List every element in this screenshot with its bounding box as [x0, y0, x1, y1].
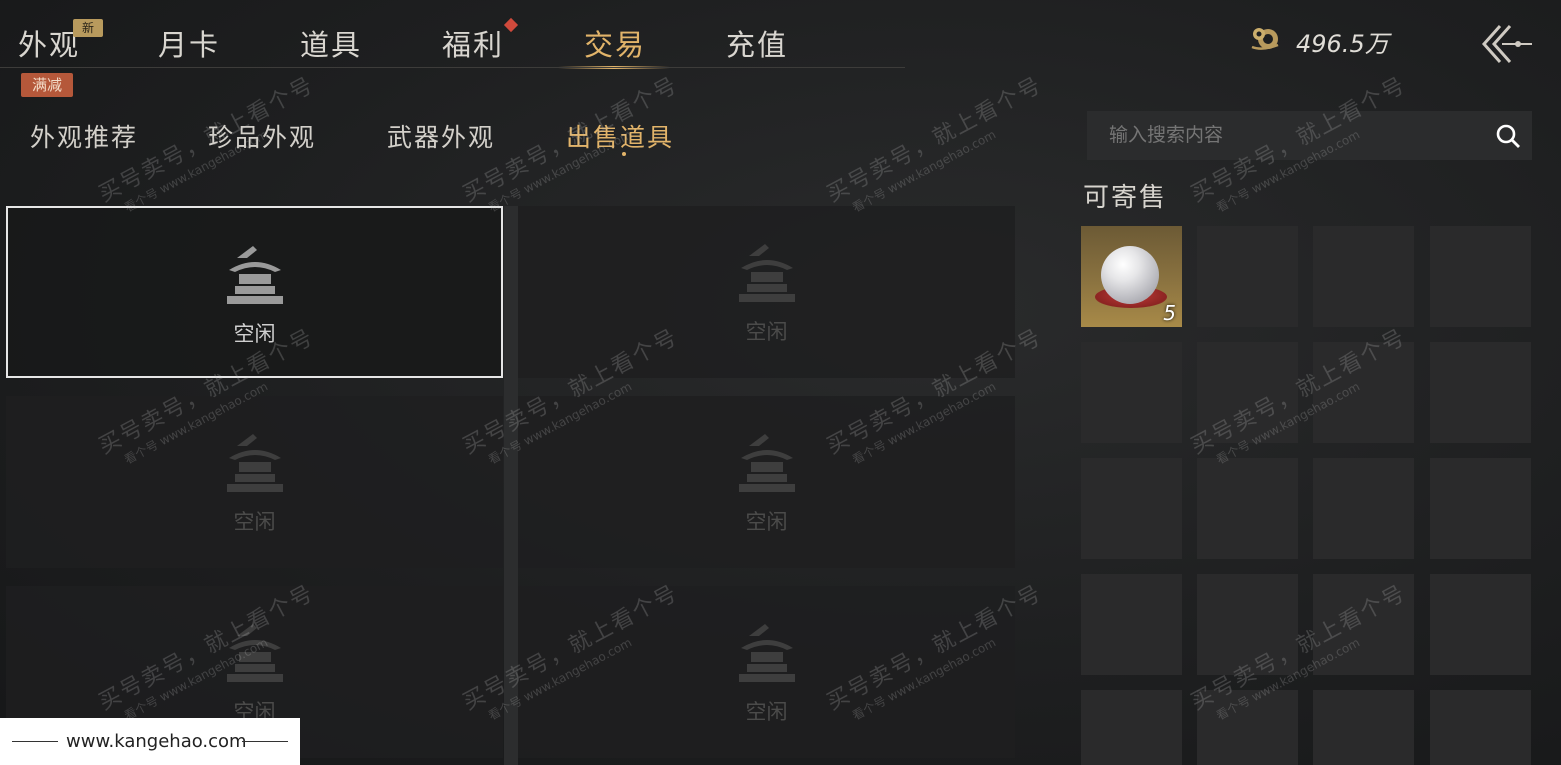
inventory-slot-empty[interactable]: [1313, 690, 1414, 765]
slot-status-label: 空闲: [745, 700, 788, 724]
slot-status-label: 空闲: [233, 510, 276, 534]
inventory-slot-empty[interactable]: [1430, 226, 1531, 327]
inventory-slot-empty[interactable]: [1197, 342, 1298, 443]
inventory-slot-empty[interactable]: [1313, 574, 1414, 675]
back-arrow-icon[interactable]: [1478, 22, 1536, 66]
slot-status-label: 空闲: [745, 320, 788, 344]
sale-badge: 满减: [21, 73, 73, 97]
slot-status-label: 空闲: [745, 510, 788, 534]
pavilion-icon: [738, 434, 795, 492]
active-subtab-dot: [622, 152, 626, 156]
inventory-slot-empty[interactable]: [1081, 574, 1182, 675]
pavilion-icon: [738, 624, 795, 682]
pavilion-icon: [226, 246, 283, 304]
sellable-title: 可寄售: [1083, 183, 1168, 213]
footer-url-strip: www.kangehao.com: [0, 718, 300, 765]
pavilion-icon: [226, 434, 283, 492]
pavilion-icon: [226, 624, 283, 682]
subtab-weapon-appearance[interactable]: 武器外观: [387, 118, 495, 154]
inventory-slot-empty[interactable]: [1197, 690, 1298, 765]
currency-amount: 496.5万: [1296, 30, 1389, 58]
pavilion-icon: [738, 244, 795, 302]
watermark: 买号卖号，就上看个号 看个号 www.kangehao.com: [822, 72, 1047, 215]
slot-status-label: 空闲: [233, 322, 276, 346]
sale-slot-2[interactable]: 空闲: [518, 206, 1015, 378]
item-quantity: 5: [1163, 301, 1176, 325]
inventory-slot-empty[interactable]: [1313, 458, 1414, 559]
tab-trade[interactable]: 交易: [584, 22, 646, 64]
footer-line-right: [242, 741, 288, 742]
inventory-slot-empty[interactable]: [1430, 458, 1531, 559]
inventory-slot-empty[interactable]: [1197, 458, 1298, 559]
pearl-icon: [1101, 246, 1159, 304]
inventory-slot-empty[interactable]: [1430, 690, 1531, 765]
sale-slot-3[interactable]: 空闲: [6, 396, 503, 568]
tab-welfare[interactable]: 福利: [442, 22, 504, 64]
subtab-appearance-recommend[interactable]: 外观推荐: [30, 118, 138, 154]
new-badge: 新: [73, 19, 103, 37]
sale-slot-6[interactable]: 空闲: [518, 586, 1015, 758]
subtab-sell-items[interactable]: 出售道具: [566, 118, 674, 154]
sale-slot-1[interactable]: 空闲: [6, 206, 503, 378]
inventory-slot-empty[interactable]: [1313, 342, 1414, 443]
top-nav: 外观 月卡 道具 福利 交易 充值: [0, 0, 900, 68]
currency-coin-icon: [1251, 28, 1279, 50]
inventory-slot-empty[interactable]: [1313, 226, 1414, 327]
tab-month-card[interactable]: 月卡: [158, 22, 220, 64]
nav-divider: [0, 67, 905, 68]
inventory-slot-empty[interactable]: [1081, 342, 1182, 443]
footer-line-left: [12, 741, 58, 742]
subtab-rare-appearance[interactable]: 珍品外观: [208, 118, 316, 154]
inventory-slot-empty[interactable]: [1430, 342, 1531, 443]
slot-divider: [504, 206, 518, 765]
inventory-slot-empty[interactable]: [1081, 458, 1182, 559]
inventory-slot-empty[interactable]: [1197, 226, 1298, 327]
footer-url-text: www.kangehao.com: [66, 731, 247, 752]
tab-recharge[interactable]: 充值: [726, 22, 788, 64]
tab-items[interactable]: 道具: [300, 22, 362, 64]
sale-slot-4[interactable]: 空闲: [518, 396, 1015, 568]
inventory-item-pearl[interactable]: 5: [1081, 226, 1182, 327]
search-box: [1087, 111, 1532, 160]
tab-appearance[interactable]: 外观: [18, 22, 80, 64]
inventory-slot-empty[interactable]: [1081, 690, 1182, 765]
inventory-slot-empty[interactable]: [1197, 574, 1298, 675]
search-input[interactable]: [1107, 123, 1471, 147]
search-icon[interactable]: [1494, 122, 1522, 150]
inventory-slot-empty[interactable]: [1430, 574, 1531, 675]
